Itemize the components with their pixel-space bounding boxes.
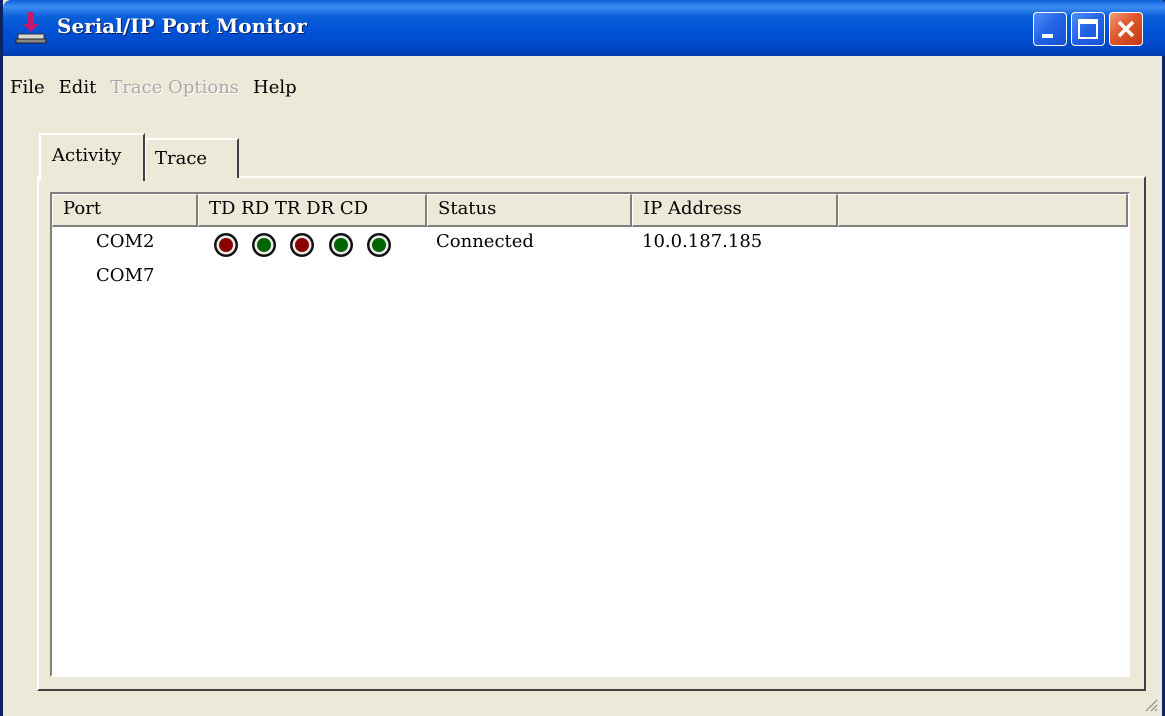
led-td-icon — [214, 233, 238, 257]
maximize-icon — [1078, 19, 1098, 39]
app-window: Serial/IP Port Monitor File Edit Trace O… — [0, 0, 1165, 716]
column-header-status[interactable]: Status — [427, 194, 632, 227]
tab-activity-label: Activity — [52, 145, 122, 166]
list-row-com7[interactable]: COM7 — [52, 262, 1128, 296]
column-header-empty[interactable] — [838, 194, 1128, 227]
list-header: Port TD RD TR DR CD Status IP Address — [52, 194, 1128, 227]
serial-ip-app-icon — [15, 12, 47, 44]
maximize-button[interactable] — [1071, 12, 1105, 46]
row-port: COM2 — [96, 231, 155, 252]
close-icon — [1117, 20, 1135, 38]
minimize-icon — [1042, 34, 1053, 38]
column-header-ip-address[interactable]: IP Address — [632, 194, 838, 227]
close-button[interactable] — [1109, 12, 1143, 46]
row-status: Connected — [436, 231, 534, 252]
menu-bar: File Edit Trace Options Help — [6, 73, 307, 103]
minimize-button[interactable] — [1033, 12, 1067, 46]
list-row-com2[interactable]: COM2 Connected 10.0.187.185 — [52, 228, 1128, 262]
title-bar[interactable]: Serial/IP Port Monitor — [3, 0, 1165, 56]
row-port: COM7 — [96, 265, 155, 286]
column-header-signals[interactable]: TD RD TR DR CD — [198, 194, 427, 227]
tab-trace[interactable]: Trace — [144, 138, 239, 178]
menu-edit[interactable]: Edit — [55, 73, 107, 103]
signal-leds — [214, 233, 391, 257]
led-tr-icon — [290, 233, 314, 257]
led-cd-icon — [367, 233, 391, 257]
led-dr-icon — [329, 233, 353, 257]
port-list[interactable]: Port TD RD TR DR CD Status IP Address CO… — [50, 192, 1130, 677]
tab-activity[interactable]: Activity — [39, 133, 145, 181]
resize-grip-icon[interactable] — [1142, 696, 1158, 712]
row-ip-address: 10.0.187.185 — [642, 231, 763, 252]
menu-trace-options[interactable]: Trace Options — [106, 73, 249, 103]
menu-file[interactable]: File — [6, 73, 55, 103]
window-title: Serial/IP Port Monitor — [57, 14, 307, 38]
led-rd-icon — [252, 233, 276, 257]
menu-help[interactable]: Help — [249, 73, 307, 103]
tab-trace-label: Trace — [155, 148, 208, 169]
column-header-port[interactable]: Port — [52, 194, 198, 227]
